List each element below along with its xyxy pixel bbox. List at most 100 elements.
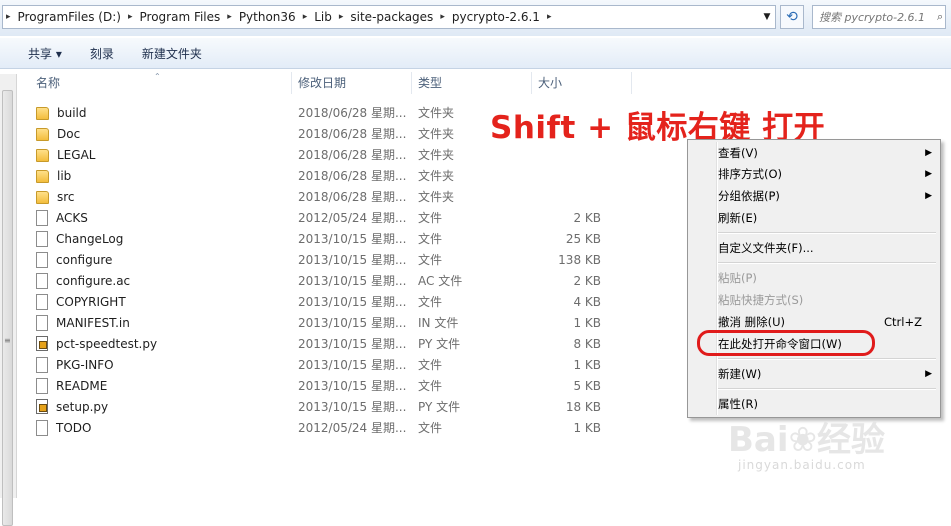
file-size: 8 KB	[573, 336, 601, 351]
submenu-arrow-icon: ▶	[925, 191, 932, 201]
breadcrumb-lib[interactable]: Lib	[310, 10, 336, 24]
file-name-cell[interactable]: Doc	[18, 126, 292, 141]
menu-item-refresh[interactable]: 刷新(E)	[718, 208, 938, 228]
file-date: 2013/10/15 星期...	[298, 295, 407, 309]
file-icon	[36, 419, 48, 436]
file-row[interactable]: src 2018/06/28 星期... 文件夹	[18, 186, 658, 207]
file-date: 2013/10/15 星期...	[298, 400, 407, 414]
new-folder-button[interactable]: 新建文件夹	[128, 45, 216, 62]
file-row[interactable]: setup.py 2013/10/15 星期... PY 文件 18 KB	[18, 396, 658, 417]
burn-button[interactable]: 刻录	[76, 45, 128, 62]
breadcrumb-pycrypto[interactable]: pycrypto-2.6.1	[448, 10, 544, 24]
chevron-right-icon[interactable]: ▸	[544, 12, 555, 22]
menu-item-properties[interactable]: 属性(R)	[718, 394, 938, 414]
file-type: PY 文件	[418, 337, 461, 351]
folder-icon	[36, 149, 49, 162]
file-size: 25 KB	[565, 231, 601, 246]
file-date: 2018/06/28 星期...	[298, 169, 407, 183]
file-name-cell[interactable]: setup.py	[18, 399, 292, 414]
file-date: 2018/06/28 星期...	[298, 106, 407, 120]
file-row[interactable]: LEGAL 2018/06/28 星期... 文件夹	[18, 144, 658, 165]
vertical-scrollbar[interactable]: ≡	[0, 74, 17, 526]
menu-separator	[718, 232, 936, 234]
file-row[interactable]: TODO 2012/05/24 星期... 文件 1 KB	[18, 417, 658, 438]
file-date: 2013/10/15 星期...	[298, 253, 407, 267]
chevron-down-icon[interactable]: ▼	[759, 6, 775, 28]
file-name-cell[interactable]: src	[18, 189, 292, 204]
menu-item-customize-folder[interactable]: 自定义文件夹(F)...	[718, 238, 938, 258]
breadcrumb-site-packages[interactable]: site-packages	[346, 10, 437, 24]
chevron-right-icon[interactable]: ▸	[224, 12, 235, 22]
address-bar-area: ▸ ProgramFiles (D:) ▸ Program Files ▸ Py…	[0, 0, 951, 36]
column-header-name[interactable]: ⌃ 名称	[18, 72, 292, 94]
file-row[interactable]: PKG-INFO 2013/10/15 星期... 文件 1 KB	[18, 354, 658, 375]
search-box[interactable]: ⌕	[812, 5, 946, 29]
file-name: build	[57, 105, 87, 120]
menu-item-paste[interactable]: 粘贴(P)	[718, 268, 938, 288]
column-header-type[interactable]: 类型	[412, 72, 532, 94]
file-name-cell[interactable]: TODO	[18, 419, 292, 436]
file-name: MANIFEST.in	[56, 315, 130, 330]
menu-item-sort-by[interactable]: 排序方式(O) ▶	[718, 164, 938, 184]
file-name-cell[interactable]: ACKS	[18, 209, 292, 226]
file-name-cell[interactable]: configure	[18, 251, 292, 268]
file-name-cell[interactable]: lib	[18, 168, 292, 183]
breadcrumb-python36[interactable]: Python36	[235, 10, 300, 24]
menu-item-group-by[interactable]: 分组依据(P) ▶	[718, 186, 938, 206]
search-input[interactable]	[813, 9, 937, 25]
refresh-icon[interactable]: ⟲	[780, 5, 804, 29]
file-name: Doc	[57, 126, 81, 141]
file-row[interactable]: COPYRIGHT 2013/10/15 星期... 文件 4 KB	[18, 291, 658, 312]
address-bar[interactable]: ▸ ProgramFiles (D:) ▸ Program Files ▸ Py…	[2, 5, 776, 29]
menu-item-undo-delete-label: 撤消 删除(U)	[718, 315, 786, 329]
file-row[interactable]: ACKS 2012/05/24 星期... 文件 2 KB	[18, 207, 658, 228]
breadcrumb-drive[interactable]: ProgramFiles (D:)	[14, 10, 125, 24]
python-file-icon	[36, 336, 48, 351]
menu-item-view[interactable]: 查看(V) ▶	[718, 143, 938, 163]
chevron-right-icon[interactable]: ▸	[125, 12, 136, 22]
file-type: IN 文件	[418, 316, 459, 330]
file-name-cell[interactable]: ChangeLog	[18, 230, 292, 247]
file-date: 2013/10/15 星期...	[298, 337, 407, 351]
file-name-cell[interactable]: LEGAL	[18, 147, 292, 162]
chevron-right-icon[interactable]: ▸	[437, 12, 448, 22]
column-header-date[interactable]: 修改日期	[292, 72, 412, 94]
breadcrumb-program-files[interactable]: Program Files	[136, 10, 225, 24]
file-type: 文件	[418, 358, 443, 372]
menu-item-new[interactable]: 新建(W) ▶	[718, 364, 938, 384]
file-size: 5 KB	[573, 378, 601, 393]
file-row[interactable]: pct-speedtest.py 2013/10/15 星期... PY 文件 8 K…	[18, 333, 658, 354]
search-icon[interactable]: ⌕	[937, 10, 943, 24]
file-date: 2013/10/15 星期...	[298, 379, 407, 393]
file-name-cell[interactable]: configure.ac	[18, 272, 292, 289]
file-size: 1 KB	[573, 357, 601, 372]
file-name-cell[interactable]: PKG-INFO	[18, 356, 292, 373]
scrollbar-thumb[interactable]	[2, 90, 13, 526]
file-name-cell[interactable]: README	[18, 377, 292, 394]
baidu-watermark-logo: Bai❀经验	[728, 420, 886, 460]
menu-item-paste-shortcut[interactable]: 粘贴快捷方式(S)	[718, 290, 938, 310]
file-date: 2018/06/28 星期...	[298, 148, 407, 162]
file-row[interactable]: MANIFEST.in 2013/10/15 星期... IN 文件 1 KB	[18, 312, 658, 333]
file-row[interactable]: ChangeLog 2013/10/15 星期... 文件 25 KB	[18, 228, 658, 249]
share-button[interactable]: 共享 ▾	[0, 45, 76, 62]
file-name-cell[interactable]: build	[18, 105, 292, 120]
menu-separator	[718, 262, 936, 264]
file-icon	[36, 251, 48, 268]
chevron-right-icon[interactable]: ▸	[300, 12, 311, 22]
file-name: README	[56, 378, 108, 393]
file-row[interactable]: configure.ac 2013/10/15 星期... AC 文件 2 KB	[18, 270, 658, 291]
menu-item-undo-delete[interactable]: 撤消 删除(U) Ctrl+Z	[718, 312, 938, 332]
file-name-cell[interactable]: pct-speedtest.py	[18, 336, 292, 351]
file-name-cell[interactable]: COPYRIGHT	[18, 293, 292, 310]
column-header-size[interactable]: 大小	[532, 72, 632, 94]
file-size: 138 KB	[558, 252, 601, 267]
file-type: 文件	[418, 211, 443, 225]
chevron-right-icon[interactable]: ▸	[336, 12, 347, 22]
file-row[interactable]: configure 2013/10/15 星期... 文件 138 KB	[18, 249, 658, 270]
chevron-right-icon[interactable]: ▸	[3, 12, 14, 22]
file-row[interactable]: lib 2018/06/28 星期... 文件夹	[18, 165, 658, 186]
file-name-cell[interactable]: MANIFEST.in	[18, 314, 292, 331]
file-row[interactable]: README 2013/10/15 星期... 文件 5 KB	[18, 375, 658, 396]
file-icon	[36, 209, 48, 226]
